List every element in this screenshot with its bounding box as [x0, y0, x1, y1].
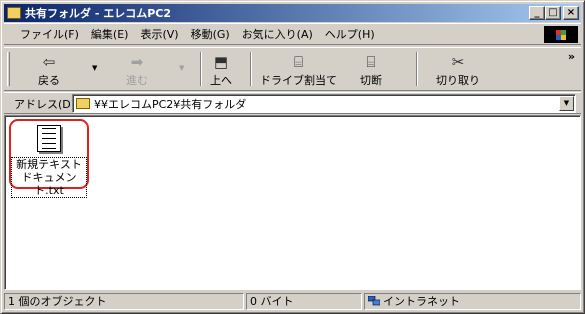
folder-icon: [7, 7, 21, 19]
window-title: 共有フォルダ - エレコムPC2: [25, 7, 172, 20]
forward-label: 進む: [126, 74, 148, 87]
forward-dropdown-icon[interactable]: ▼: [179, 64, 184, 72]
forward-arrow-icon: ➡: [130, 53, 144, 71]
map-drive-icon: ⌸: [293, 53, 303, 71]
back-dropdown-icon[interactable]: ▼: [92, 64, 97, 72]
menu-file[interactable]: ファイル(F): [14, 26, 85, 42]
status-object-count: 1 個のオブジェクト: [4, 293, 244, 310]
close-button[interactable]: ×: [563, 6, 579, 20]
cut-label: 切り取り: [436, 74, 480, 87]
title-bar[interactable]: 共有フォルダ - エレコムPC2 _ □ ×: [4, 4, 581, 22]
status-size: 0 バイト: [246, 293, 362, 310]
menu-favorites[interactable]: お気に入り(A): [236, 26, 319, 42]
explorer-window: 共有フォルダ - エレコムPC2 _ □ × ファイル(F) 編集(E) 表示(…: [0, 0, 585, 314]
file-item[interactable]: 新規テキスト ドキュメント.txt: [9, 119, 89, 198]
file-name: 新規テキスト ドキュメント.txt: [11, 157, 87, 198]
menu-view[interactable]: 表示(V): [134, 26, 184, 42]
address-bar: アドレス(D) ¥¥エレコムPC2¥共有フォルダ ▼: [4, 92, 581, 114]
up-label: 上へ: [210, 74, 232, 87]
status-zone: イントラネット: [364, 293, 581, 310]
toolbar-separator: [416, 52, 418, 86]
status-bar: 1 個のオブジェクト 0 バイト イントラネット: [4, 292, 581, 311]
address-label: アドレス(D): [14, 98, 76, 111]
maximize-button[interactable]: □: [545, 6, 561, 20]
map-drive-button[interactable]: ⌸ ドライブ割当て: [260, 52, 337, 88]
cut-button[interactable]: ✂ 切り取り: [436, 52, 480, 88]
scissors-icon: ✂: [451, 53, 465, 71]
toolbar-separator: [250, 52, 252, 86]
back-button[interactable]: ⇦ 戻る: [38, 52, 60, 88]
address-dropdown-button[interactable]: ▼: [559, 96, 574, 111]
back-arrow-icon: ⇦: [42, 53, 56, 71]
address-value[interactable]: ¥¥エレコムPC2¥共有フォルダ: [94, 96, 246, 112]
status-zone-label: イントラネット: [383, 295, 460, 308]
menu-help[interactable]: ヘルプ(H): [319, 26, 381, 42]
standard-toolbar: ⇦ 戻る ▼ ➡ 進む ▼ ⬒ 上へ ⌸ ドライブ割当て ⌸ 切断 ✂ 切り取り…: [4, 47, 581, 91]
file-name-line2: ドキュメント.txt: [21, 171, 77, 197]
file-name-line1: 新規テキスト: [16, 158, 82, 171]
windows-logo-icon: [544, 26, 578, 43]
back-label: 戻る: [38, 74, 60, 87]
toolbar-overflow-icon[interactable]: »: [568, 50, 575, 63]
menu-go[interactable]: 移動(G): [185, 26, 236, 42]
menu-edit[interactable]: 編集(E): [85, 26, 135, 42]
map-drive-label: ドライブ割当て: [260, 74, 337, 87]
menu-bar: ファイル(F) 編集(E) 表示(V) 移動(G) お気に入り(A) ヘルプ(H…: [4, 23, 581, 45]
toolbar-grip[interactable]: [7, 52, 10, 86]
disconnect-button[interactable]: ⌸ 切断: [360, 52, 382, 88]
text-file-icon: [37, 125, 61, 152]
file-list-area[interactable]: 新規テキスト ドキュメント.txt: [4, 115, 581, 290]
address-input[interactable]: ¥¥エレコムPC2¥共有フォルダ ▼: [72, 94, 576, 113]
intranet-icon: [367, 295, 381, 306]
disconnect-drive-icon: ⌸: [366, 53, 376, 71]
disconnect-label: 切断: [360, 74, 382, 87]
up-folder-icon: ⬒: [213, 53, 229, 71]
toolbar-separator: [200, 52, 202, 86]
window-controls: _ □ ×: [529, 6, 579, 20]
forward-button[interactable]: ➡ 進む: [126, 52, 148, 88]
minimize-button[interactable]: _: [529, 6, 545, 20]
folder-icon: [76, 98, 90, 109]
up-button[interactable]: ⬒ 上へ: [210, 52, 232, 88]
